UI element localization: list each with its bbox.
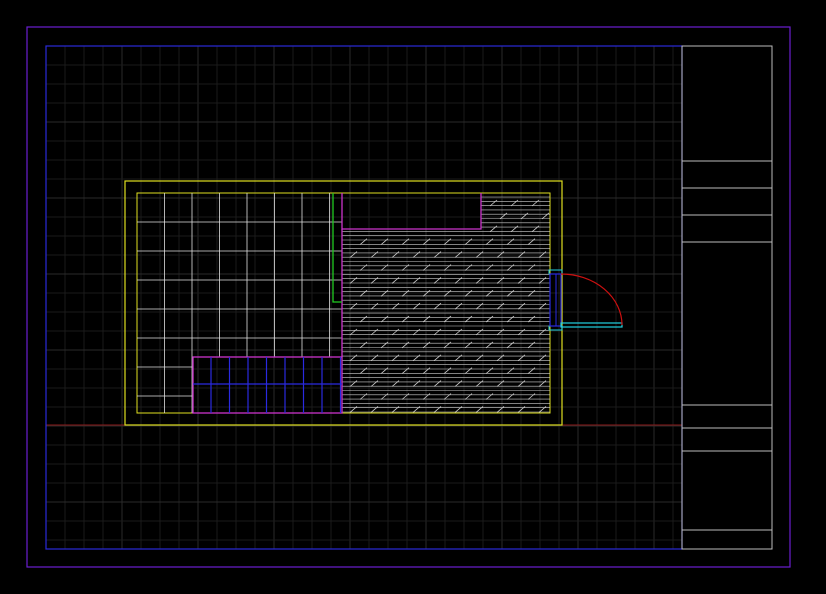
drawing-background [0, 0, 826, 594]
cad-drawing-canvas[interactable] [0, 0, 826, 594]
floor-plan-svg[interactable] [0, 0, 826, 594]
